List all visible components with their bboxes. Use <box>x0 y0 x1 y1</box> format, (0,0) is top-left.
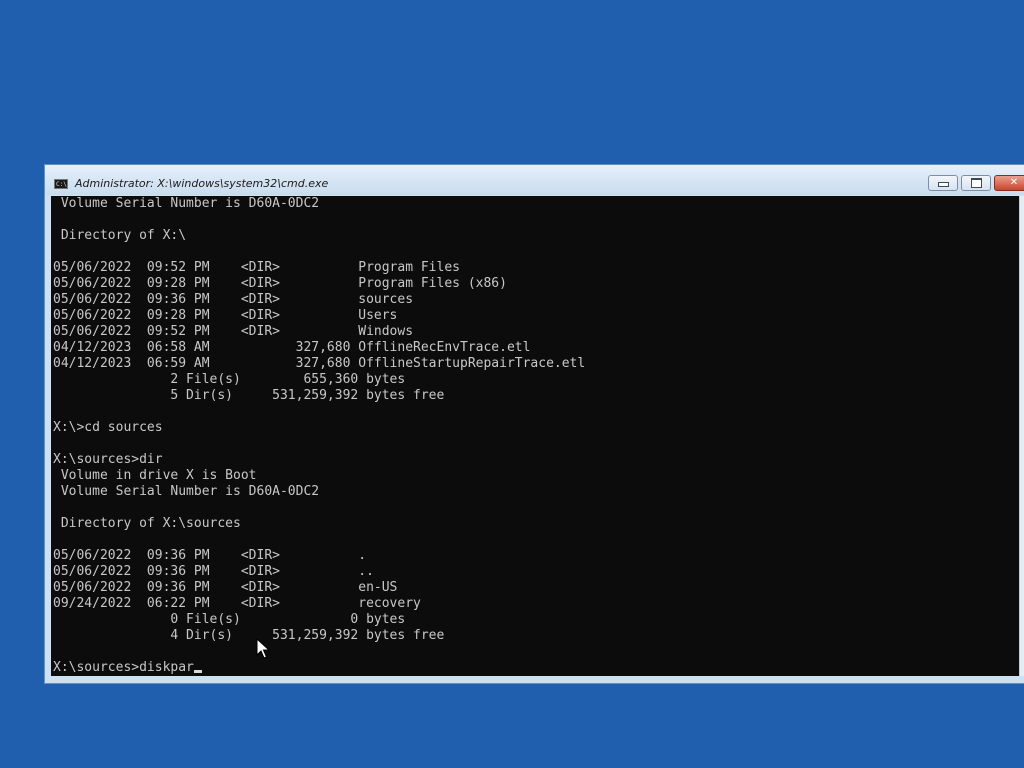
console-line: Directory of X:\sources <box>53 516 241 531</box>
close-button[interactable]: ✕ <box>994 175 1024 191</box>
console-line: 05/06/2022 09:36 PM <DIR> . <box>53 548 367 563</box>
text-cursor <box>193 670 202 673</box>
minimize-icon <box>937 182 949 187</box>
cmd-icon[interactable]: C:\ <box>54 179 68 189</box>
minimize-button[interactable] <box>928 175 958 191</box>
console-line: 2 File(s) 655,360 bytes <box>53 372 406 387</box>
console-line: 05/06/2022 09:28 PM <DIR> Users <box>53 308 398 323</box>
maximize-icon <box>970 178 982 188</box>
console-line: Volume in drive X is Boot <box>53 468 257 483</box>
console-line: 05/06/2022 09:36 PM <DIR> .. <box>53 564 374 579</box>
console-line: 05/06/2022 09:52 PM <DIR> Windows <box>53 324 414 339</box>
console-line: 4 Dir(s) 531,259,392 bytes free <box>53 628 445 643</box>
console-line: 05/06/2022 09:36 PM <DIR> en-US <box>53 580 398 595</box>
console-line: Volume Serial Number is D60A-0DC2 <box>53 196 320 211</box>
mouse-pointer-icon <box>256 638 270 659</box>
desktop-background: C:\ Administrator: X:\windows\system32\c… <box>0 0 1024 768</box>
command-prompt-input[interactable]: X:\sources>diskpar <box>53 660 194 675</box>
console-line: X:\>cd sources <box>53 420 163 435</box>
console-line: 0 File(s) 0 bytes <box>53 612 406 627</box>
window-title: Administrator: X:\windows\system32\cmd.e… <box>75 177 329 190</box>
console-line: Directory of X:\ <box>53 228 187 243</box>
console-line: 05/06/2022 09:52 PM <DIR> Program Files <box>53 260 460 275</box>
close-icon: ✕ <box>1009 177 1019 188</box>
console-output[interactable]: Volume Serial Number is D60A-0DC2 Direct… <box>51 196 1019 676</box>
console-line: 5 Dir(s) 531,259,392 bytes free <box>53 388 445 403</box>
console-line: 04/12/2023 06:59 AM 327,680 OfflineStart… <box>53 356 586 371</box>
command-input-line[interactable]: X:\sources>diskpar <box>53 660 585 676</box>
console-line: Volume Serial Number is D60A-0DC2 <box>53 484 320 499</box>
vertical-scrollbar[interactable] <box>1019 196 1024 676</box>
cmd-window[interactable]: C:\ Administrator: X:\windows\system32\c… <box>44 164 1024 684</box>
console-line: 04/12/2023 06:58 AM 327,680 OfflineRecEn… <box>53 340 531 355</box>
console-text-area: Volume Serial Number is D60A-0DC2 Direct… <box>53 196 585 676</box>
title-bar[interactable]: C:\ Administrator: X:\windows\system32\c… <box>45 165 1024 195</box>
console-line: 05/06/2022 09:28 PM <DIR> Program Files … <box>53 276 507 291</box>
console-line: 05/06/2022 09:36 PM <DIR> sources <box>53 292 414 307</box>
console-line: X:\sources>dir <box>53 452 163 467</box>
maximize-button[interactable] <box>961 175 991 191</box>
console-line: 09/24/2022 06:22 PM <DIR> recovery <box>53 596 421 611</box>
